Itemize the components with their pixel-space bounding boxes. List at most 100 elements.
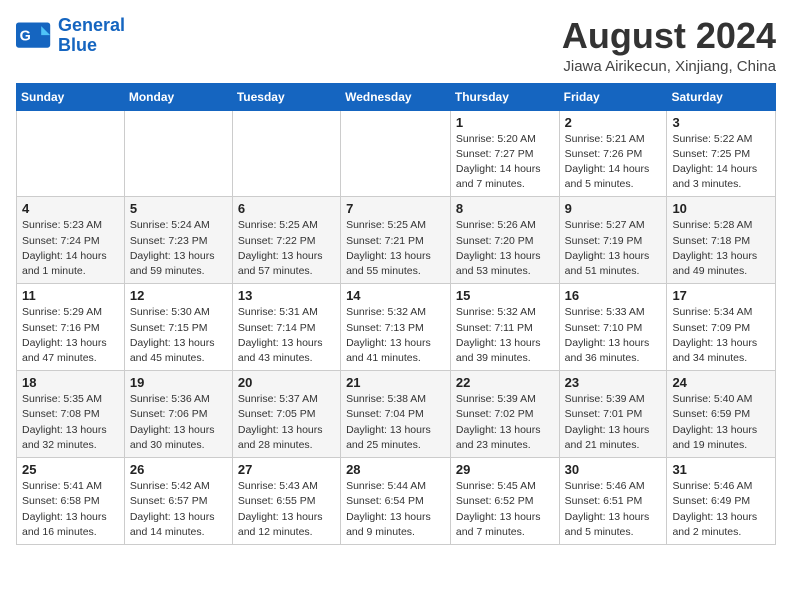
day-number: 19 xyxy=(130,375,227,390)
day-info: Sunrise: 5:44 AMSunset: 6:54 PMDaylight:… xyxy=(346,479,445,540)
day-number: 14 xyxy=(346,288,445,303)
logo-icon: G xyxy=(16,22,52,50)
calendar-cell: 22 Sunrise: 5:39 AMSunset: 7:02 PMDayligh… xyxy=(450,371,559,458)
day-info: Sunrise: 5:43 AMSunset: 6:55 PMDaylight:… xyxy=(238,479,335,540)
day-info: Sunrise: 5:26 AMSunset: 7:20 PMDaylight:… xyxy=(456,218,554,279)
calendar-cell: 4 Sunrise: 5:23 AMSunset: 7:24 PMDaylight… xyxy=(17,197,125,284)
calendar-cell: 8 Sunrise: 5:26 AMSunset: 7:20 PMDaylight… xyxy=(450,197,559,284)
day-info: Sunrise: 5:30 AMSunset: 7:15 PMDaylight:… xyxy=(130,305,227,366)
day-number: 28 xyxy=(346,462,445,477)
day-number: 18 xyxy=(22,375,119,390)
calendar-cell: 2 Sunrise: 5:21 AMSunset: 7:26 PMDaylight… xyxy=(559,110,667,197)
day-number: 20 xyxy=(238,375,335,390)
day-number: 10 xyxy=(672,201,770,216)
weekday-header: Thursday xyxy=(450,83,559,110)
calendar-cell: 16Sunrise: 5:33 AMSunset: 7:10 PMDayligh… xyxy=(559,284,667,371)
calendar-cell: 19 Sunrise: 5:36 AMSunset: 7:06 PMDayligh… xyxy=(124,371,232,458)
day-info: Sunrise: 5:40 AMSunset: 6:59 PMDaylight:… xyxy=(672,392,770,453)
day-number: 27 xyxy=(238,462,335,477)
calendar-cell: 21Sunrise: 5:38 AMSunset: 7:04 PMDayligh… xyxy=(341,371,451,458)
day-info: Sunrise: 5:29 AMSunset: 7:16 PMDaylight:… xyxy=(22,305,119,366)
day-info: Sunrise: 5:45 AMSunset: 6:52 PMDaylight:… xyxy=(456,479,554,540)
day-info: Sunrise: 5:46 AMSunset: 6:49 PMDaylight:… xyxy=(672,479,770,540)
day-number: 7 xyxy=(346,201,445,216)
day-number: 5 xyxy=(130,201,227,216)
day-info: Sunrise: 5:36 AMSunset: 7:06 PMDaylight:… xyxy=(130,392,227,453)
calendar-week-row: 25Sunrise: 5:41 AMSunset: 6:58 PMDayligh… xyxy=(17,458,776,545)
day-number: 22 xyxy=(456,375,554,390)
calendar-cell: 13 Sunrise: 5:31 AMSunset: 7:14 PMDayligh… xyxy=(232,284,340,371)
calendar-cell: 31Sunrise: 5:46 AMSunset: 6:49 PMDayligh… xyxy=(667,458,776,545)
weekday-header: Sunday xyxy=(17,83,125,110)
day-info: Sunrise: 5:35 AMSunset: 7:08 PMDaylight:… xyxy=(22,392,119,453)
day-number: 4 xyxy=(22,201,119,216)
logo: G General Blue xyxy=(16,16,125,56)
logo-general: General xyxy=(58,15,125,35)
calendar-week-row: 18 Sunrise: 5:35 AMSunset: 7:08 PMDayligh… xyxy=(17,371,776,458)
day-number: 13 xyxy=(238,288,335,303)
title-block: August 2024 Jiawa Airikecun, Xinjiang, C… xyxy=(562,16,776,75)
weekday-header: Friday xyxy=(559,83,667,110)
day-info: Sunrise: 5:22 AMSunset: 7:25 PMDaylight:… xyxy=(672,132,770,193)
calendar-cell: 27 Sunrise: 5:43 AMSunset: 6:55 PMDayligh… xyxy=(232,458,340,545)
calendar-header-row: SundayMondayTuesdayWednesdayThursdayFrid… xyxy=(17,83,776,110)
day-number: 6 xyxy=(238,201,335,216)
day-number: 23 xyxy=(565,375,662,390)
day-info: Sunrise: 5:39 AMSunset: 7:02 PMDaylight:… xyxy=(456,392,554,453)
day-number: 1 xyxy=(456,115,554,130)
calendar-cell: 18 Sunrise: 5:35 AMSunset: 7:08 PMDayligh… xyxy=(17,371,125,458)
calendar-cell: 1 Sunrise: 5:20 AMSunset: 7:27 PMDaylight… xyxy=(450,110,559,197)
day-info: Sunrise: 5:23 AMSunset: 7:24 PMDaylight:… xyxy=(22,218,119,279)
calendar-cell: 3 Sunrise: 5:22 AMSunset: 7:25 PMDaylight… xyxy=(667,110,776,197)
calendar-week-row: 1 Sunrise: 5:20 AMSunset: 7:27 PMDaylight… xyxy=(17,110,776,197)
day-number: 30 xyxy=(565,462,662,477)
weekday-header: Saturday xyxy=(667,83,776,110)
day-info: Sunrise: 5:31 AMSunset: 7:14 PMDaylight:… xyxy=(238,305,335,366)
calendar-week-row: 4 Sunrise: 5:23 AMSunset: 7:24 PMDaylight… xyxy=(17,197,776,284)
day-number: 3 xyxy=(672,115,770,130)
weekday-header: Monday xyxy=(124,83,232,110)
day-info: Sunrise: 5:24 AMSunset: 7:23 PMDaylight:… xyxy=(130,218,227,279)
day-info: Sunrise: 5:32 AMSunset: 7:11 PMDaylight:… xyxy=(456,305,554,366)
calendar-cell: 6 Sunrise: 5:25 AMSunset: 7:22 PMDaylight… xyxy=(232,197,340,284)
calendar-cell xyxy=(17,110,125,197)
calendar-cell: 5 Sunrise: 5:24 AMSunset: 7:23 PMDaylight… xyxy=(124,197,232,284)
calendar-table: SundayMondayTuesdayWednesdayThursdayFrid… xyxy=(16,83,776,545)
month-year: August 2024 xyxy=(562,16,776,56)
day-info: Sunrise: 5:42 AMSunset: 6:57 PMDaylight:… xyxy=(130,479,227,540)
day-info: Sunrise: 5:21 AMSunset: 7:26 PMDaylight:… xyxy=(565,132,662,193)
day-number: 29 xyxy=(456,462,554,477)
calendar-week-row: 11Sunrise: 5:29 AMSunset: 7:16 PMDayligh… xyxy=(17,284,776,371)
day-number: 12 xyxy=(130,288,227,303)
day-info: Sunrise: 5:46 AMSunset: 6:51 PMDaylight:… xyxy=(565,479,662,540)
calendar-cell xyxy=(232,110,340,197)
day-info: Sunrise: 5:25 AMSunset: 7:22 PMDaylight:… xyxy=(238,218,335,279)
calendar-cell: 7 Sunrise: 5:25 AMSunset: 7:21 PMDaylight… xyxy=(341,197,451,284)
day-number: 2 xyxy=(565,115,662,130)
day-number: 8 xyxy=(456,201,554,216)
day-info: Sunrise: 5:34 AMSunset: 7:09 PMDaylight:… xyxy=(672,305,770,366)
day-info: Sunrise: 5:37 AMSunset: 7:05 PMDaylight:… xyxy=(238,392,335,453)
day-info: Sunrise: 5:32 AMSunset: 7:13 PMDaylight:… xyxy=(346,305,445,366)
calendar-cell: 17Sunrise: 5:34 AMSunset: 7:09 PMDayligh… xyxy=(667,284,776,371)
day-number: 15 xyxy=(456,288,554,303)
day-number: 16 xyxy=(565,288,662,303)
calendar-cell: 30 Sunrise: 5:46 AMSunset: 6:51 PMDayligh… xyxy=(559,458,667,545)
day-number: 21 xyxy=(346,375,445,390)
calendar-cell: 10 Sunrise: 5:28 AMSunset: 7:18 PMDayligh… xyxy=(667,197,776,284)
day-info: Sunrise: 5:25 AMSunset: 7:21 PMDaylight:… xyxy=(346,218,445,279)
weekday-header: Wednesday xyxy=(341,83,451,110)
page-header: G General Blue August 2024 Jiawa Airikec… xyxy=(16,16,776,75)
calendar-cell: 23 Sunrise: 5:39 AMSunset: 7:01 PMDayligh… xyxy=(559,371,667,458)
weekday-header: Tuesday xyxy=(232,83,340,110)
calendar-cell: 29 Sunrise: 5:45 AMSunset: 6:52 PMDayligh… xyxy=(450,458,559,545)
calendar-cell: 25Sunrise: 5:41 AMSunset: 6:58 PMDayligh… xyxy=(17,458,125,545)
day-number: 26 xyxy=(130,462,227,477)
day-info: Sunrise: 5:39 AMSunset: 7:01 PMDaylight:… xyxy=(565,392,662,453)
day-info: Sunrise: 5:20 AMSunset: 7:27 PMDaylight:… xyxy=(456,132,554,193)
calendar-cell xyxy=(341,110,451,197)
logo-text: General Blue xyxy=(58,16,125,56)
calendar-cell: 12 Sunrise: 5:30 AMSunset: 7:15 PMDayligh… xyxy=(124,284,232,371)
logo-blue: Blue xyxy=(58,35,97,55)
day-info: Sunrise: 5:28 AMSunset: 7:18 PMDaylight:… xyxy=(672,218,770,279)
